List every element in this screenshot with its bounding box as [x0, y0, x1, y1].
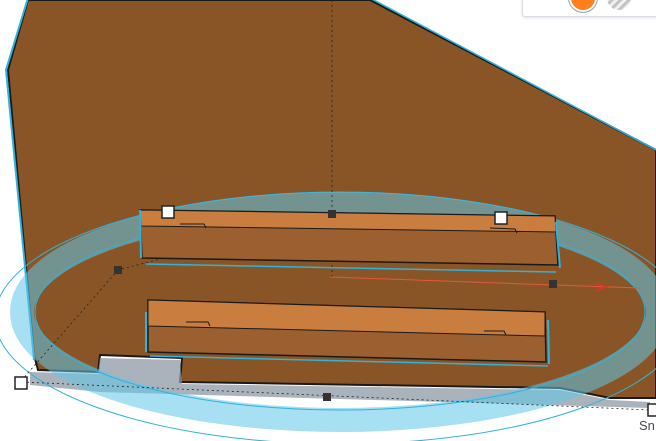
- solid-color-icon[interactable]: [571, 0, 595, 10]
- corner-handle-bottom-left[interactable]: [14, 376, 28, 390]
- corner-handle-bottom-right[interactable]: [647, 403, 656, 417]
- corner-handle-top-left[interactable]: [161, 205, 175, 219]
- shape-color-panel: [522, 0, 656, 17]
- dimension-label: Sn: [639, 418, 655, 433]
- workplane-viewport[interactable]: [0, 0, 656, 441]
- hole-pattern-icon[interactable]: [607, 0, 631, 10]
- edge-handle-right[interactable]: [549, 280, 557, 288]
- edge-handle-top[interactable]: [328, 210, 336, 218]
- corner-handle-top-right[interactable]: [494, 211, 508, 225]
- edge-handle-left[interactable]: [114, 266, 122, 274]
- edge-handle-bottom[interactable]: [323, 393, 331, 401]
